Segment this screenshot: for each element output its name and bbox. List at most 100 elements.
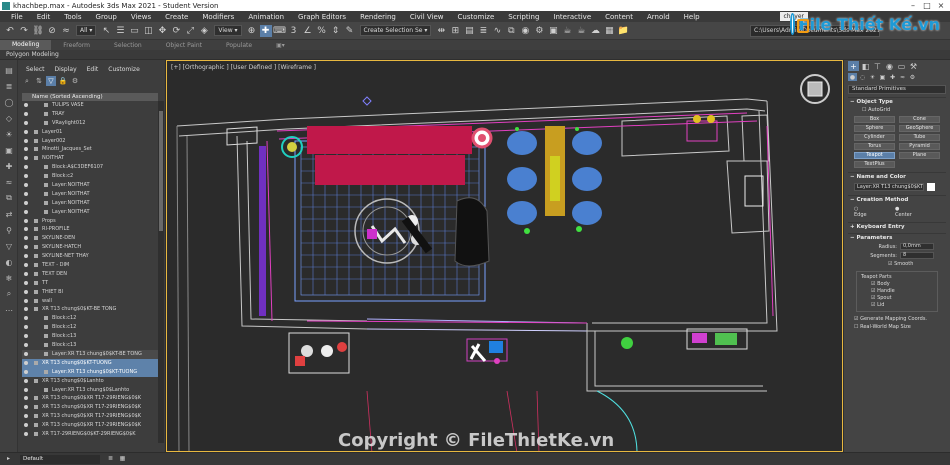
minimize-button[interactable]: – xyxy=(906,0,920,11)
cone-button[interactable]: Cone xyxy=(899,116,940,123)
menu-item-scripting[interactable]: Scripting xyxy=(501,13,546,21)
tree-row[interactable]: Layer01 xyxy=(22,128,158,137)
tree-row[interactable]: Block:c13 xyxy=(22,332,158,341)
visibility-eye-icon[interactable] xyxy=(24,191,28,196)
bone-icon[interactable]: ⚲ xyxy=(3,224,15,236)
edge-radio[interactable]: ○ Edge xyxy=(854,206,883,218)
viewport-orthographic[interactable]: [+] [Orthographic ] [User Defined ] [Wir… xyxy=(166,60,843,452)
visibility-eye-icon[interactable] xyxy=(24,271,28,276)
motion-tab-icon[interactable]: ◉ xyxy=(884,61,895,71)
status-layout-icon[interactable]: ≣ xyxy=(106,455,115,464)
visibility-eye-icon[interactable] xyxy=(24,200,28,205)
align-icon[interactable]: ⊞ xyxy=(449,25,461,37)
pyramid-button[interactable]: Pyramid xyxy=(899,143,940,150)
visibility-eye-icon[interactable] xyxy=(24,209,28,214)
ribbon-options-icon[interactable]: ▣▾ xyxy=(264,42,297,49)
select-object-icon[interactable]: ↖ xyxy=(100,25,112,37)
menu-item-group[interactable]: Group xyxy=(89,13,124,21)
menu-item-file[interactable]: File xyxy=(4,13,30,21)
reference-coordinate-dropdown[interactable]: View ▾ xyxy=(214,25,242,36)
tree-row[interactable]: TEXT - DIM xyxy=(22,261,158,270)
menu-item-arnold[interactable]: Arnold xyxy=(640,13,677,21)
visibility-eye-icon[interactable] xyxy=(24,334,28,339)
visibility-eye-icon[interactable] xyxy=(24,111,28,116)
menu-item-animation[interactable]: Animation xyxy=(241,13,291,21)
explorer-scroll-thumb[interactable] xyxy=(159,111,163,231)
tube-button[interactable]: Tube xyxy=(899,134,940,141)
tree-row[interactable]: SKYLINE-DEN xyxy=(22,234,158,243)
group-icon[interactable]: ⧉ xyxy=(3,192,15,204)
render-production-icon[interactable]: ☕ xyxy=(561,25,573,37)
explorer-menu-edit[interactable]: Edit xyxy=(87,66,99,73)
visibility-eye-icon[interactable] xyxy=(24,343,28,348)
maximize-button[interactable]: □ xyxy=(920,0,934,11)
menu-item-tools[interactable]: Tools xyxy=(57,13,88,21)
freeze-icon[interactable]: ❄ xyxy=(3,272,15,284)
visibility-eye-icon[interactable] xyxy=(24,218,28,223)
folder-icon[interactable]: 📁 xyxy=(617,25,629,37)
visibility-eye-icon[interactable] xyxy=(24,431,28,436)
tree-row[interactable]: Layer002 xyxy=(22,137,158,146)
ribbon-tab-modeling[interactable]: Modeling xyxy=(0,40,52,50)
visibility-eye-icon[interactable] xyxy=(24,174,28,179)
tree-row[interactable]: XR T13 chung$0$XR T17-29RIENG$0$K xyxy=(22,412,158,421)
rectangular-selection-icon[interactable]: ▭ xyxy=(128,25,140,37)
snaps-toggle-icon[interactable]: 3 xyxy=(288,25,300,37)
tree-row[interactable]: XR T13 chung$0$Lanhto xyxy=(22,377,158,386)
smooth-checkbox[interactable]: ☑ Smooth xyxy=(848,260,946,268)
primitive-type-dropdown[interactable]: Standard Primitives xyxy=(848,85,946,94)
tree-row[interactable]: Block:c12 xyxy=(22,323,158,332)
visibility-eye-icon[interactable] xyxy=(24,236,28,241)
viewcube[interactable] xyxy=(807,81,823,97)
box-button[interactable]: Box xyxy=(854,116,895,123)
visibility-eye-icon[interactable] xyxy=(24,369,28,374)
window-crossing-icon[interactable]: ◫ xyxy=(142,25,154,37)
camera-icon[interactable]: ▣ xyxy=(3,144,15,156)
spinner-snap-icon[interactable]: ⇕ xyxy=(330,25,342,37)
explorer-settings-icon[interactable]: ⚙ xyxy=(70,76,80,86)
explorer-toggle-icon[interactable]: ▤ xyxy=(3,64,15,76)
cameras-category-icon[interactable]: ▣ xyxy=(878,73,887,81)
visibility-eye-icon[interactable] xyxy=(24,298,28,303)
tree-row[interactable]: XR T17-29RIENG$0$KT-29RIENG$0$K xyxy=(22,430,158,439)
tree-row[interactable]: THIET BI xyxy=(22,288,158,297)
visibility-eye-icon[interactable] xyxy=(24,325,28,330)
schematic-view-icon[interactable]: ⧉ xyxy=(505,25,517,37)
menu-item-graph-editors[interactable]: Graph Editors xyxy=(291,13,353,21)
selection-filter-dropdown[interactable]: All ▾ xyxy=(76,25,97,36)
visibility-eye-icon[interactable] xyxy=(24,423,28,428)
visibility-eye-icon[interactable] xyxy=(24,263,28,268)
visibility-eye-icon[interactable] xyxy=(24,405,28,410)
material-editor-icon[interactable]: ◉ xyxy=(519,25,531,37)
helpers-category-icon[interactable]: ✚ xyxy=(888,73,897,81)
torus-button[interactable]: Torus xyxy=(854,143,895,150)
tree-row[interactable]: Minotti_Jacques_Set xyxy=(22,145,158,154)
rotate-icon[interactable]: ⟳ xyxy=(170,25,182,37)
visibility-eye-icon[interactable] xyxy=(24,378,28,383)
segments-field[interactable]: 8 xyxy=(900,252,934,259)
parameters-title[interactable]: − Parameters xyxy=(848,233,946,242)
menu-item-edit[interactable]: Edit xyxy=(30,13,58,21)
explorer-search-icon[interactable]: ⌕ xyxy=(22,76,32,86)
visibility-eye-icon[interactable] xyxy=(24,280,28,285)
visibility-eye-icon[interactable] xyxy=(24,396,28,401)
modify-tab-icon[interactable]: ◧ xyxy=(860,61,871,71)
explorer-menu-display[interactable]: Display xyxy=(55,66,77,73)
redo-icon[interactable]: ↷ xyxy=(18,25,30,37)
pivot-center-icon[interactable]: ⊕ xyxy=(246,25,258,37)
status-grid-icon[interactable]: ▦ xyxy=(118,455,127,464)
tree-row[interactable]: Block:c13 xyxy=(22,341,158,350)
generate-mapping-checkbox[interactable]: ☑ Generate Mapping Coords. xyxy=(848,315,946,323)
spacewarp-icon[interactable]: ≈ xyxy=(3,176,15,188)
cylinder-button[interactable]: Cylinder xyxy=(854,134,895,141)
tree-row[interactable]: XR T13 chung$0$KT-BE TONG xyxy=(22,305,158,314)
explorer-menu-customize[interactable]: Customize xyxy=(108,66,140,73)
autogrid-checkbox[interactable]: ☐ AutoGrid xyxy=(848,106,946,114)
find-icon[interactable]: ⌕ xyxy=(3,288,15,300)
visibility-eye-icon[interactable] xyxy=(24,387,28,392)
helper-icon[interactable]: ✚ xyxy=(3,160,15,172)
angle-snap-icon[interactable]: ∠ xyxy=(302,25,314,37)
visibility-eye-icon[interactable] xyxy=(24,120,28,125)
object-type-title[interactable]: − Object Type xyxy=(848,97,946,106)
menu-item-create[interactable]: Create xyxy=(158,13,195,21)
